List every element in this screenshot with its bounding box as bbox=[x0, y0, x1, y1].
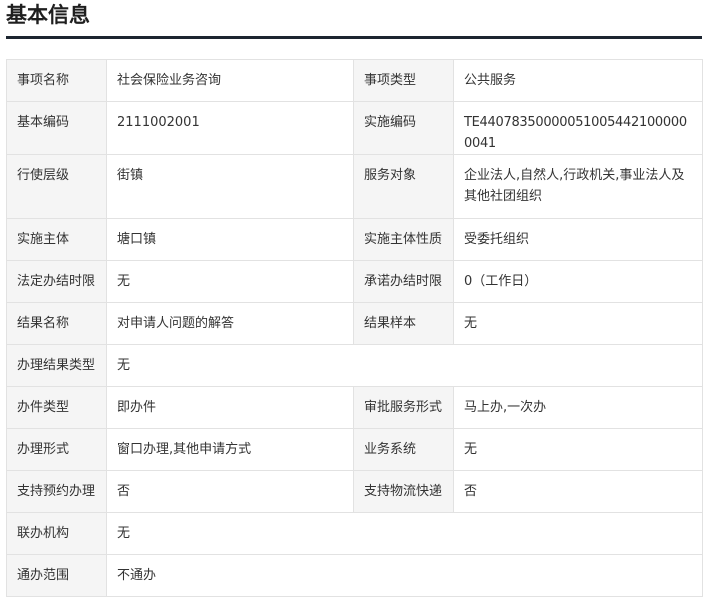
field-value: TE440783500000510054421000000041 bbox=[453, 101, 703, 155]
table-row: 联办机构 无 bbox=[6, 512, 703, 555]
field-value: 无 bbox=[106, 344, 703, 387]
table-row: 行使层级 街镇 服务对象 企业法人,自然人,行政机关,事业法人及其他社团组织 bbox=[6, 154, 703, 219]
field-value: 街镇 bbox=[106, 154, 354, 219]
field-label: 行使层级 bbox=[6, 154, 107, 219]
field-value: 窗口办理,其他申请方式 bbox=[106, 428, 354, 471]
field-label: 业务系统 bbox=[353, 428, 454, 471]
field-value: 社会保险业务咨询 bbox=[106, 59, 354, 102]
table-row: 办理结果类型 无 bbox=[6, 344, 703, 387]
field-label: 支持预约办理 bbox=[6, 470, 107, 513]
field-label: 结果样本 bbox=[353, 302, 454, 345]
basic-info-table: 事项名称 社会保险业务咨询 事项类型 公共服务 基本编码 2111002001 … bbox=[6, 59, 703, 597]
table-row: 事项名称 社会保险业务咨询 事项类型 公共服务 bbox=[6, 59, 703, 102]
field-value: 无 bbox=[453, 428, 703, 471]
field-value: 否 bbox=[453, 470, 703, 513]
title-divider bbox=[6, 36, 702, 39]
field-label: 审批服务形式 bbox=[353, 386, 454, 429]
field-label: 承诺办结时限 bbox=[353, 260, 454, 303]
table-row: 办件类型 即办件 审批服务形式 马上办,一次办 bbox=[6, 386, 703, 429]
field-label: 结果名称 bbox=[6, 302, 107, 345]
field-label: 办理结果类型 bbox=[6, 344, 107, 387]
field-label: 联办机构 bbox=[6, 512, 107, 555]
field-value: 2111002001 bbox=[106, 101, 354, 155]
table-row: 办理形式 窗口办理,其他申请方式 业务系统 无 bbox=[6, 428, 703, 471]
field-value: 无 bbox=[106, 512, 703, 555]
table-row: 结果名称 对申请人问题的解答 结果样本 无 bbox=[6, 302, 703, 345]
field-label: 办理形式 bbox=[6, 428, 107, 471]
table-row: 基本编码 2111002001 实施编码 TE44078350000051005… bbox=[6, 101, 703, 155]
field-value: 无 bbox=[453, 302, 703, 345]
field-label: 事项类型 bbox=[353, 59, 454, 102]
field-label: 办件类型 bbox=[6, 386, 107, 429]
field-label: 实施主体 bbox=[6, 218, 107, 261]
field-value: 公共服务 bbox=[453, 59, 703, 102]
field-label: 通办范围 bbox=[6, 554, 107, 597]
field-value: 不通办 bbox=[106, 554, 703, 597]
field-value: 无 bbox=[106, 260, 354, 303]
field-label: 法定办结时限 bbox=[6, 260, 107, 303]
field-value: 企业法人,自然人,行政机关,事业法人及其他社团组织 bbox=[453, 154, 703, 219]
field-value: 0（工作日） bbox=[453, 260, 703, 303]
page-title: 基本信息 bbox=[6, 3, 90, 27]
field-label: 服务对象 bbox=[353, 154, 454, 219]
field-value: 即办件 bbox=[106, 386, 354, 429]
table-row: 支持预约办理 否 支持物流快递 否 bbox=[6, 470, 703, 513]
table-row: 实施主体 塘口镇 实施主体性质 受委托组织 bbox=[6, 218, 703, 261]
field-label: 实施主体性质 bbox=[353, 218, 454, 261]
field-value: 塘口镇 bbox=[106, 218, 354, 261]
field-label: 实施编码 bbox=[353, 101, 454, 155]
field-label: 基本编码 bbox=[6, 101, 107, 155]
field-label: 事项名称 bbox=[6, 59, 107, 102]
field-value: 否 bbox=[106, 470, 354, 513]
field-value: 对申请人问题的解答 bbox=[106, 302, 354, 345]
field-value: 马上办,一次办 bbox=[453, 386, 703, 429]
field-label: 支持物流快递 bbox=[353, 470, 454, 513]
table-row: 法定办结时限 无 承诺办结时限 0（工作日） bbox=[6, 260, 703, 303]
field-value: 受委托组织 bbox=[453, 218, 703, 261]
table-row: 通办范围 不通办 bbox=[6, 554, 703, 597]
